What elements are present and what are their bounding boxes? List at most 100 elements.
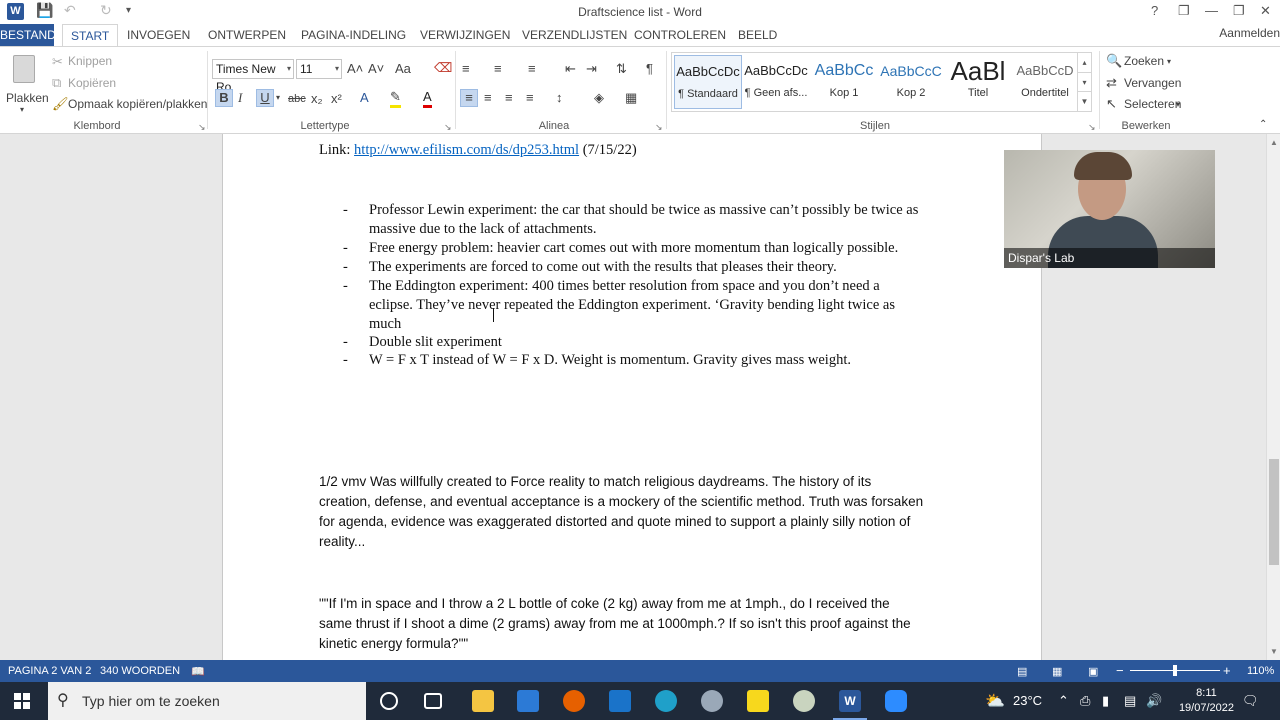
- superscript-button[interactable]: x²: [331, 91, 342, 107]
- proofing-icon[interactable]: 📖: [191, 665, 205, 678]
- network-icon[interactable]: ▤: [1124, 693, 1136, 709]
- highlight-color-icon[interactable]: ✎: [390, 89, 401, 108]
- style-kop-1[interactable]: AaBbCc Kop 1: [810, 55, 878, 109]
- decrease-indent-icon[interactable]: ⇤: [565, 61, 576, 77]
- scroll-down-icon[interactable]: ▼: [1267, 647, 1280, 656]
- vertical-scrollbar[interactable]: ▲ ▼: [1266, 134, 1280, 660]
- grow-font-icon[interactable]: A˄: [347, 61, 363, 77]
- copy-button[interactable]: Kopiëren: [68, 76, 116, 90]
- cortana-icon[interactable]: [380, 692, 398, 710]
- print-layout-icon[interactable]: ▦: [1052, 665, 1062, 678]
- sort-icon[interactable]: ⇅: [616, 61, 627, 77]
- tab-verzendlijsten[interactable]: VERZENDLIJSTEN: [514, 24, 635, 46]
- cut-button[interactable]: Knippen: [68, 54, 112, 68]
- web-layout-icon[interactable]: ▣: [1088, 665, 1098, 678]
- file-explorer-icon[interactable]: [472, 690, 494, 712]
- chevron-down-icon[interactable]: ▾: [1167, 54, 1171, 70]
- underline-dropdown-icon[interactable]: ▾: [276, 90, 280, 106]
- sticky-notes-icon[interactable]: [747, 690, 769, 712]
- close-button[interactable]: ✕: [1260, 3, 1271, 19]
- taskbar-search-box[interactable]: ⚲ Typ hier om te zoeken: [48, 682, 366, 720]
- change-case-icon[interactable]: Aa: [395, 61, 411, 77]
- borders-icon[interactable]: ▦: [625, 90, 637, 106]
- windows-start-icon[interactable]: [14, 693, 30, 709]
- minimize-button[interactable]: —: [1205, 3, 1218, 18]
- shrink-font-icon[interactable]: A˅: [368, 61, 384, 77]
- temperature[interactable]: 23°C: [1013, 693, 1042, 708]
- zoom-slider-knob[interactable]: [1173, 665, 1177, 676]
- bold-button[interactable]: B: [215, 89, 233, 107]
- ribbon-display-button[interactable]: ❐: [1178, 3, 1190, 19]
- style-geen-afstand[interactable]: AaBbCcDc ¶ Geen afs...: [742, 55, 810, 109]
- battery-icon[interactable]: ▮: [1102, 693, 1109, 709]
- format-painter-button[interactable]: Opmaak kopiëren/plakken: [68, 97, 207, 111]
- tab-controleren[interactable]: CONTROLEREN: [626, 24, 734, 46]
- underline-button[interactable]: U: [256, 89, 274, 107]
- word-taskbar-icon[interactable]: W: [833, 690, 867, 720]
- show-marks-icon[interactable]: ¶: [646, 61, 653, 77]
- style-titel[interactable]: AaBl Titel: [944, 55, 1012, 109]
- paint-icon[interactable]: [793, 690, 815, 712]
- gallery-more-icon[interactable]: ▼: [1078, 91, 1091, 110]
- zoom-out-button[interactable]: −: [1116, 663, 1124, 678]
- font-name-select[interactable]: Times New Ro ▾: [212, 59, 294, 94]
- bullets-icon[interactable]: ≡: [462, 61, 470, 77]
- align-left-icon[interactable]: ≡: [460, 89, 478, 107]
- chevron-down-icon[interactable]: ▾: [1078, 72, 1091, 91]
- font-color-icon[interactable]: A: [423, 89, 432, 108]
- style-standaard[interactable]: AaBbCcDc ¶ Standaard: [674, 55, 742, 109]
- align-right-icon[interactable]: ≡: [505, 90, 513, 106]
- word-count[interactable]: 340 WOORDEN: [100, 665, 180, 677]
- read-mode-icon[interactable]: ▤: [1017, 665, 1027, 678]
- sign-in-link[interactable]: Aanmelden: [1219, 26, 1280, 40]
- chevron-down-icon[interactable]: ▾: [1176, 97, 1180, 113]
- paragraph-launcher-icon[interactable]: ↘: [655, 122, 663, 133]
- clipboard-launcher-icon[interactable]: ↘: [198, 122, 206, 133]
- weather-icon[interactable]: ⛅: [985, 691, 1005, 711]
- zoom-app-icon[interactable]: [885, 690, 907, 712]
- chevron-up-icon[interactable]: ▴: [1078, 53, 1091, 72]
- tab-ontwerpen[interactable]: ONTWERPEN: [200, 24, 294, 46]
- firefox-icon[interactable]: [563, 690, 585, 712]
- text-effects-icon[interactable]: A: [360, 90, 369, 106]
- chevron-up-icon[interactable]: ⌃: [1058, 693, 1069, 709]
- paste-button[interactable]: Plakken ▾: [4, 53, 49, 114]
- clear-formatting-icon[interactable]: ⌫: [434, 60, 452, 76]
- maximize-button[interactable]: ❐: [1233, 3, 1245, 19]
- page-count[interactable]: PAGINA 2 VAN 2: [8, 665, 91, 677]
- scroll-up-icon[interactable]: ▲: [1267, 138, 1280, 147]
- select-button[interactable]: Selecteren: [1124, 97, 1181, 111]
- mail-icon[interactable]: [609, 690, 631, 712]
- shading-icon[interactable]: ◈: [594, 90, 604, 106]
- align-center-icon[interactable]: ≡: [484, 90, 492, 106]
- notifications-icon[interactable]: 🗨: [1242, 693, 1259, 709]
- justify-icon[interactable]: ≡: [526, 90, 534, 106]
- find-button[interactable]: Zoeken: [1124, 54, 1164, 68]
- tab-verwijzingen[interactable]: VERWIJZINGEN: [412, 24, 518, 46]
- zoom-in-button[interactable]: +: [1223, 663, 1231, 678]
- subscript-button[interactable]: x₂: [311, 91, 323, 107]
- collapse-ribbon-icon[interactable]: ⌃: [1259, 117, 1267, 133]
- strikethrough-button[interactable]: abc: [288, 91, 306, 107]
- increase-indent-icon[interactable]: ⇥: [586, 61, 597, 77]
- italic-button[interactable]: I: [238, 90, 242, 106]
- font-launcher-icon[interactable]: ↘: [444, 122, 452, 133]
- edge-icon[interactable]: [655, 690, 677, 712]
- app-icon[interactable]: [701, 690, 723, 712]
- style-ondertitel[interactable]: AaBbCcD Ondertitel: [1011, 55, 1079, 109]
- hyperlink[interactable]: http://www.efilism.com/ds/dp253.html: [354, 142, 579, 158]
- styles-launcher-icon[interactable]: ↘: [1088, 122, 1096, 133]
- multilevel-list-icon[interactable]: ≡: [528, 61, 536, 77]
- device-icon[interactable]: ⎙: [1080, 693, 1090, 709]
- replace-button[interactable]: Vervangen: [1124, 76, 1181, 90]
- help-button[interactable]: ?: [1151, 3, 1158, 18]
- tab-bestand[interactable]: BESTAND: [0, 24, 56, 46]
- font-size-select[interactable]: 11 ▾: [296, 59, 342, 79]
- volume-icon[interactable]: 🔊: [1146, 693, 1162, 709]
- numbering-icon[interactable]: ≡: [494, 61, 502, 77]
- zoom-level[interactable]: 110%: [1247, 665, 1274, 677]
- tab-beeld[interactable]: BEELD: [730, 24, 785, 46]
- tab-invoegen[interactable]: INVOEGEN: [119, 24, 198, 46]
- style-kop-2[interactable]: AaBbCcC Kop 2: [877, 55, 945, 109]
- task-view-icon[interactable]: [424, 693, 442, 709]
